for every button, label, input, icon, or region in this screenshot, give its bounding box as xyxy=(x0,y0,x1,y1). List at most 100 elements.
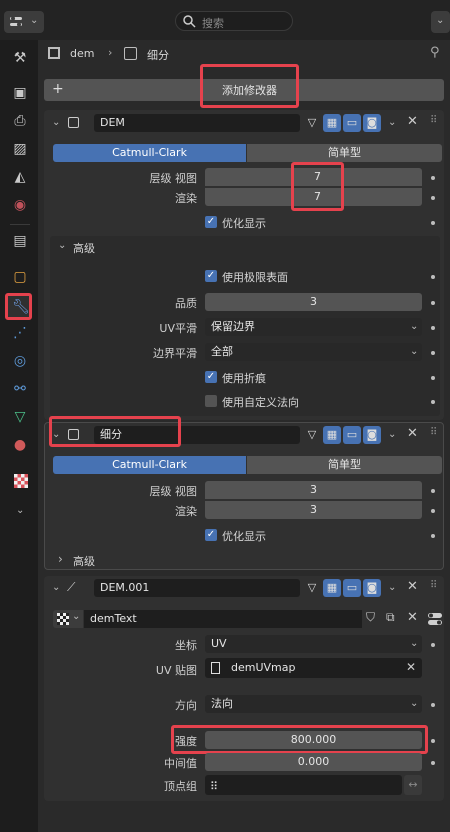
duplicate-icon[interactable]: ⧉ xyxy=(386,610,395,625)
breadcrumb-modifier[interactable]: 细分 xyxy=(147,47,169,63)
tab-material[interactable]: ● xyxy=(9,434,31,456)
tab-object[interactable]: ▢ xyxy=(9,266,31,288)
tab-constraints[interactable]: ⚯ xyxy=(9,378,31,400)
tab-physics[interactable]: ◎ xyxy=(9,350,31,372)
object-icon: ▢ xyxy=(13,269,27,285)
coords-select[interactable]: UV ⌄ xyxy=(205,635,422,653)
modifier-menu-chevron[interactable]: ⌄ xyxy=(388,429,396,440)
keyframe-dot[interactable] xyxy=(431,376,435,380)
optimal-display-checkbox[interactable]: ✓ xyxy=(205,216,217,228)
properties-editor-icon xyxy=(8,14,24,30)
keyframe-dot[interactable] xyxy=(431,351,435,355)
invert-arrows-icon[interactable]: ↔ xyxy=(404,775,422,795)
drag-handle-icon[interactable]: ⠿ xyxy=(430,115,437,126)
search-input[interactable]: 搜索 xyxy=(175,11,293,31)
on-cage-toggle-icon[interactable]: ▦ xyxy=(323,114,341,132)
keyframe-dot[interactable] xyxy=(431,400,435,404)
quality-field[interactable]: 3 xyxy=(205,293,422,311)
keyframe-dot[interactable] xyxy=(431,301,435,305)
modifier-menu-chevron[interactable]: ⌄ xyxy=(388,582,396,593)
edit-mode-toggle-icon[interactable]: ▽ xyxy=(303,426,321,444)
tab-texture[interactable] xyxy=(14,474,28,488)
keyframe-dot[interactable] xyxy=(431,489,435,493)
uv-smooth-select[interactable]: 保留边界 ⌄ xyxy=(205,318,422,336)
tabs-more-chevron[interactable]: ⌄ xyxy=(16,505,24,516)
advanced-label[interactable]: 高级 xyxy=(73,240,95,256)
options-dropdown-button[interactable]: ⌄ xyxy=(431,11,450,33)
on-cage-toggle-icon[interactable]: ▦ xyxy=(323,579,341,597)
tab-modifiers[interactable]: 🔧︎ xyxy=(5,293,32,320)
midlevel-field[interactable]: 0.000 xyxy=(205,753,422,771)
keyframe-dot[interactable] xyxy=(431,761,435,765)
keyframe-dot[interactable] xyxy=(431,509,435,513)
drag-handle-icon[interactable]: ⠿ xyxy=(430,580,437,591)
custom-normals-checkbox[interactable] xyxy=(205,395,217,407)
edit-mode-toggle-icon[interactable]: ▽ xyxy=(303,579,321,597)
keyframe-dot[interactable] xyxy=(431,196,435,200)
remove-modifier-icon[interactable]: ✕ xyxy=(407,579,418,594)
realtime-display-icon[interactable]: ▭ xyxy=(343,579,361,597)
boundary-smooth-select[interactable]: 全部 ⌄ xyxy=(205,343,422,361)
texture-name-field[interactable]: demText xyxy=(84,610,362,628)
tab-render[interactable]: ▣ xyxy=(9,82,31,104)
advanced-expand-chevron[interactable]: ⌄ xyxy=(58,240,66,251)
modifier-name-field[interactable]: DEM xyxy=(94,114,300,132)
keyframe-dot[interactable] xyxy=(431,275,435,279)
realtime-display-icon[interactable]: ▭ xyxy=(343,114,361,132)
tab-particles[interactable]: ⋰ xyxy=(9,322,31,344)
vertex-group-field[interactable]: ⠿ xyxy=(205,775,402,795)
keyframe-dot[interactable] xyxy=(431,703,435,707)
tab-catmull-clark[interactable]: Catmull-Clark xyxy=(53,144,246,162)
tab-simple[interactable]: 简单型 xyxy=(247,144,442,162)
collapse-chevron-icon[interactable]: ⌄ xyxy=(52,117,60,128)
render-camera-icon[interactable]: ◙ xyxy=(363,426,381,444)
optimal-display-checkbox[interactable]: ✓ xyxy=(205,529,217,541)
advanced-expand-chevron[interactable]: › xyxy=(58,552,63,566)
realtime-display-icon[interactable]: ▭ xyxy=(343,426,361,444)
clear-x-icon[interactable]: ✕ xyxy=(406,658,416,676)
edit-mode-toggle-icon[interactable]: ▽ xyxy=(303,114,321,132)
render-levels-value: 7 xyxy=(314,190,321,203)
unlink-x-icon[interactable]: ✕ xyxy=(407,610,418,625)
uvmap-field[interactable]: demUVmap ✕ xyxy=(205,658,422,678)
tab-simple[interactable]: 简单型 xyxy=(247,456,442,474)
texture-settings-toggle-icon[interactable] xyxy=(427,611,443,630)
advanced-label[interactable]: 高级 xyxy=(73,553,95,569)
tab-catmull-clark[interactable]: Catmull-Clark xyxy=(53,456,246,474)
keyframe-dot[interactable] xyxy=(431,176,435,180)
collapse-chevron-icon[interactable]: ⌄ xyxy=(52,582,60,593)
editor-type-button[interactable]: ⌄ xyxy=(4,11,44,33)
levels-viewport-label: 层级 视图 xyxy=(149,172,198,185)
tab-scene[interactable]: ◭ xyxy=(9,166,31,188)
modifier-name-field[interactable]: DEM.001 xyxy=(94,579,300,597)
pin-icon[interactable]: ⚲ xyxy=(430,45,440,60)
direction-select[interactable]: 法向 ⌄ xyxy=(205,695,422,713)
on-cage-toggle-icon[interactable]: ▦ xyxy=(323,426,341,444)
modifier-menu-chevron[interactable]: ⌄ xyxy=(388,117,396,128)
use-creases-checkbox[interactable]: ✓ xyxy=(205,371,217,383)
breadcrumb-separator: › xyxy=(108,46,113,59)
render-camera-icon[interactable]: ◙ xyxy=(363,579,381,597)
remove-modifier-icon[interactable]: ✕ xyxy=(407,114,418,129)
breadcrumb-object[interactable]: dem xyxy=(70,47,94,60)
tab-view-layer[interactable]: ▨ xyxy=(9,138,31,160)
tab-output[interactable]: ⎙ xyxy=(9,110,31,132)
keyframe-dot[interactable] xyxy=(431,326,435,330)
render-camera-icon[interactable]: ◙ xyxy=(363,114,381,132)
render-levels-field[interactable]: 3 xyxy=(205,501,422,519)
keyframe-dot[interactable] xyxy=(431,643,435,647)
limit-surface-checkbox[interactable]: ✓ xyxy=(205,270,217,282)
tab-world[interactable]: ◉ xyxy=(9,194,31,216)
keyframe-dot[interactable] xyxy=(431,739,435,743)
texture-browse-button[interactable]: ⌄ xyxy=(53,610,83,628)
tab-data[interactable]: ▽ xyxy=(9,406,31,428)
tab-collection[interactable]: ▤ xyxy=(9,230,31,252)
keyframe-dot[interactable] xyxy=(431,221,435,225)
strength-value: 800.000 xyxy=(290,733,337,746)
fake-user-shield-icon[interactable]: ⛉ xyxy=(366,610,375,625)
remove-modifier-icon[interactable]: ✕ xyxy=(407,426,418,441)
drag-handle-icon[interactable]: ⠿ xyxy=(430,427,437,438)
levels-viewport-field[interactable]: 3 xyxy=(205,481,422,499)
tab-tool[interactable]: ⚒ xyxy=(9,47,31,69)
keyframe-dot[interactable] xyxy=(431,534,435,538)
